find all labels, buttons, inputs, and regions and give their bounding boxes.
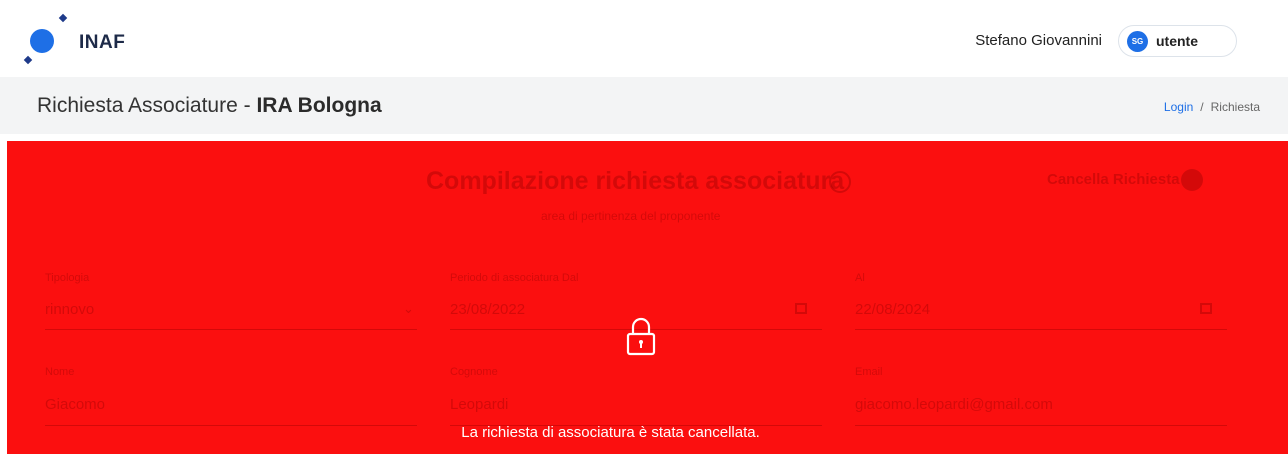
breadcrumb-login-link[interactable]: Login	[1164, 100, 1193, 114]
cancel-request-label: Cancella Richiesta	[1047, 171, 1180, 188]
user-menu-button[interactable]: SG utente	[1118, 25, 1237, 57]
form-title: Compilazione richiesta associatura	[426, 167, 845, 195]
tipologia-select[interactable]: rinnovo	[45, 301, 94, 318]
divider	[855, 329, 1227, 330]
nome-input[interactable]: Giacomo	[45, 396, 105, 413]
logo-diamond-bottom	[23, 55, 33, 65]
page-title: Richiesta Associature - IRA Bologna	[37, 94, 382, 118]
breadcrumb-separator: /	[1200, 100, 1204, 114]
breadcrumb: Login / Richiesta	[1164, 100, 1260, 114]
page-title-prefix: Richiesta Associature -	[37, 94, 257, 117]
avatar: SG	[1127, 31, 1148, 52]
nome-label: Nome	[45, 366, 75, 378]
calendar-icon[interactable]	[1200, 303, 1212, 314]
user-name: Stefano Giovannini	[975, 32, 1102, 49]
page-titlebar: Richiesta Associature - IRA Bologna Logi…	[0, 77, 1288, 134]
top-header: INAF Stefano Giovannini SG utente	[0, 0, 1288, 77]
cognome-label: Cognome	[450, 366, 498, 378]
cancel-request-button[interactable]	[1181, 169, 1203, 191]
periodo-dal-input[interactable]: 23/08/2022	[450, 301, 525, 318]
email-input[interactable]: giacomo.leopardi@gmail.com	[855, 396, 1053, 413]
email-label: Email	[855, 366, 883, 378]
cancelled-overlay: Compilazione richiesta associatura area …	[7, 141, 1288, 454]
form-subtitle: area di pertinenza del proponente	[541, 209, 721, 223]
periodo-label: Periodo di associatura Dal	[450, 272, 579, 284]
divider	[45, 329, 417, 330]
periodo-al-input[interactable]: 22/08/2024	[855, 301, 930, 318]
logo-text: INAF	[79, 32, 126, 53]
logo-diamond-top	[58, 13, 68, 23]
tipologia-label: Tipologia	[45, 272, 90, 284]
page-title-bold: IRA Bologna	[256, 94, 382, 117]
cancelled-message-text: La richiesta di associatura è stata canc…	[461, 424, 760, 441]
cognome-input[interactable]: Leopardi	[450, 396, 508, 413]
chevron-down-icon: ⌄	[403, 301, 414, 316]
lock-icon	[626, 317, 656, 356]
inaf-logo[interactable]: INAF	[22, 12, 132, 65]
logo-circle	[30, 29, 54, 53]
cancelled-message: La richiesta di associatura è stata canc…	[7, 424, 1288, 441]
user-role: utente	[1156, 33, 1198, 49]
al-label: Al	[855, 272, 865, 284]
breadcrumb-current: Richiesta	[1210, 100, 1260, 114]
calendar-icon[interactable]	[795, 303, 807, 314]
info-icon[interactable]	[829, 171, 851, 193]
